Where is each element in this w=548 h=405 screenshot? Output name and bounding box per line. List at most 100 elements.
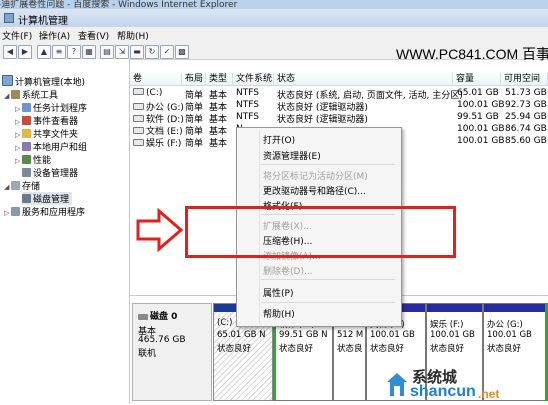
volume-fs: NTFS bbox=[236, 88, 259, 98]
drive-icon bbox=[133, 88, 144, 95]
menu-separator bbox=[261, 164, 395, 165]
pointer-arrow-icon bbox=[136, 208, 184, 252]
expand-icon[interactable]: ▷ bbox=[4, 209, 11, 217]
column-header-filesystem[interactable]: 文件系统 bbox=[233, 73, 274, 86]
partition-status: 状态良 bbox=[337, 344, 363, 354]
volume-capacity: 99.51 GB bbox=[457, 112, 499, 122]
volume-row[interactable]: (C:) 简单 基本 NTFS 状态良好 (系统, 启动, 页面文件, 活动, … bbox=[0, 88, 548, 101]
partition-size: 100.01 GB bbox=[487, 330, 532, 340]
menu-bar: 文件(F) 操作(A) 查看(V) 帮助(H) bbox=[0, 27, 548, 44]
drive-icon bbox=[133, 115, 144, 122]
expand-icon[interactable]: ▷ bbox=[15, 157, 22, 165]
menu-item-delete-volume: 删除卷(D)... bbox=[263, 267, 313, 277]
disk-status: 联机 bbox=[138, 349, 157, 359]
partition-status: 状态良好 bbox=[279, 344, 314, 354]
disk-0-info[interactable]: 磁盘 0 基本 465.76 GB 联机 bbox=[132, 303, 212, 401]
details-icon[interactable]: ▦ bbox=[82, 45, 96, 59]
drive-icon bbox=[133, 139, 144, 146]
computer-management-icon bbox=[4, 13, 14, 23]
collapse-icon[interactable]: ◢ bbox=[4, 183, 11, 191]
menu-action[interactable]: 操作(A) bbox=[39, 29, 70, 42]
column-header-type[interactable]: 类型 bbox=[206, 73, 233, 86]
logo-text-tld: .net bbox=[478, 387, 500, 401]
volume-free: 25.94 GB bbox=[505, 112, 547, 122]
disk-icon bbox=[138, 314, 148, 320]
drive-icon bbox=[133, 127, 144, 134]
tree-item-performance[interactable]: ▷ 性能 bbox=[15, 153, 51, 166]
partition-name: 娱乐 (F:) bbox=[430, 320, 464, 330]
partition-name: (C:) bbox=[217, 318, 233, 328]
tree-item-services[interactable]: ▷ 服务和应用程序 bbox=[4, 205, 85, 218]
volume-type: 基本 bbox=[209, 139, 228, 149]
volume-free: 92.73 GB bbox=[505, 100, 547, 110]
menu-item-help[interactable]: 帮助(H) bbox=[263, 307, 295, 320]
disk-name: 磁盘 0 bbox=[150, 312, 178, 322]
drive-icon bbox=[133, 103, 144, 110]
site-watermark: WWW.PC841.COM 百事网 bbox=[396, 46, 548, 62]
volume-capacity: 100.01 GB bbox=[457, 100, 505, 110]
check-icon[interactable]: ✓ bbox=[160, 45, 174, 59]
volume-free: 51.73 GB bbox=[505, 88, 547, 98]
site-logo: 系统城 shancun .net bbox=[386, 368, 541, 402]
column-header-layout[interactable]: 布局 bbox=[182, 73, 206, 86]
partition-size: 65.01 GB N bbox=[217, 330, 266, 340]
column-header-status[interactable]: 状态 bbox=[274, 73, 453, 86]
menu-item-open[interactable]: 打开(O) bbox=[263, 133, 295, 146]
volume-capacity: 100.01 GB bbox=[457, 124, 505, 134]
tree-item-storage[interactable]: ◢ 存储 bbox=[4, 179, 40, 192]
browser-title-text: -迪扩展卷性问题 - 百度搜索 - Windows Internet Explo… bbox=[0, 0, 238, 9]
menu-separator bbox=[261, 279, 395, 280]
column-header-free-space[interactable]: 可用空间 bbox=[501, 73, 548, 86]
refresh-icon[interactable]: ↻ bbox=[145, 45, 159, 59]
back-icon[interactable]: ◀ bbox=[3, 45, 17, 59]
performance-icon bbox=[22, 155, 31, 164]
menu-file[interactable]: 文件(F) bbox=[2, 29, 32, 42]
device-manager-icon bbox=[22, 168, 31, 177]
menu-help[interactable]: 帮助(H) bbox=[117, 29, 149, 42]
partition-name: 办公 (G:) bbox=[487, 320, 523, 330]
partition-size: 100.01 GB bbox=[430, 330, 475, 340]
partition-size: 512 M bbox=[337, 330, 364, 340]
list-icon[interactable]: ≡ bbox=[52, 45, 66, 59]
properties-icon[interactable]: ▤ bbox=[100, 45, 114, 59]
column-header-capacity[interactable]: 容量 bbox=[453, 73, 501, 86]
partition-status: 状态良好 bbox=[217, 344, 252, 354]
volume-row[interactable]: 软件 (D:) 简单 基本 NTFS 状态良好 (逻辑驱动器) 99.51 GB… bbox=[0, 112, 548, 125]
up-icon[interactable]: ▲ bbox=[37, 45, 51, 59]
storage-icon bbox=[11, 181, 20, 190]
volume-capacity: 100.01 GB bbox=[457, 136, 505, 146]
browser-title-strip: -迪扩展卷性问题 - 百度搜索 - Windows Internet Explo… bbox=[0, 0, 548, 9]
volume-name: 娱乐 (F:) bbox=[146, 139, 182, 149]
menu-view[interactable]: 查看(V) bbox=[78, 29, 109, 42]
menu-item-change-drive-letter[interactable]: 更改驱动器号和路径(C)... bbox=[263, 184, 366, 197]
tree-item-root[interactable]: 计算机管理(本地) bbox=[2, 75, 85, 88]
logo-text-domain: shancun bbox=[410, 383, 476, 400]
menu-item-mark-active: 将分区标记为活动分区(M) bbox=[263, 172, 368, 182]
tree-item-device-manager[interactable]: 设备管理器 bbox=[22, 166, 78, 179]
volume-row[interactable]: 办公 (G:) 简单 基本 NTFS 状态良好 (逻辑驱动器) 100.01 G… bbox=[0, 100, 548, 113]
volume-fs: NTFS bbox=[236, 112, 259, 122]
partition-size: 99.51 GB N bbox=[279, 330, 328, 340]
window-titlebar[interactable]: 计算机管理 bbox=[0, 9, 548, 27]
window-title: 计算机管理 bbox=[18, 16, 68, 27]
computer-icon bbox=[2, 75, 13, 86]
menu-item-properties[interactable]: 属性(P) bbox=[263, 286, 293, 299]
volume-free: 86.74 GB bbox=[505, 124, 547, 134]
highlight-box bbox=[185, 206, 456, 258]
menu-separator bbox=[261, 302, 395, 303]
volume-layout: 简单 bbox=[185, 139, 204, 149]
help-icon[interactable]: ? bbox=[67, 45, 81, 59]
forward-icon[interactable]: ▶ bbox=[18, 45, 32, 59]
volume-capacity: 65.01 GB bbox=[457, 88, 499, 98]
partition-status: 状态良好 bbox=[430, 344, 465, 354]
volume-name: (C:) bbox=[146, 88, 163, 98]
disk-icon[interactable]: ▬ bbox=[130, 45, 144, 59]
column-header-volume[interactable]: 卷 bbox=[130, 73, 182, 86]
grid-icon[interactable]: ▩ bbox=[175, 45, 189, 59]
partition-size: 100.01 GB bbox=[370, 330, 415, 340]
services-icon bbox=[11, 207, 20, 216]
export-icon[interactable]: ⇲ bbox=[115, 45, 129, 59]
logo-house-icon bbox=[387, 373, 407, 396]
menu-item-explore[interactable]: 资源管理器(E) bbox=[263, 149, 321, 162]
tree-item-disk-management[interactable]: 磁盘管理 bbox=[22, 192, 73, 205]
